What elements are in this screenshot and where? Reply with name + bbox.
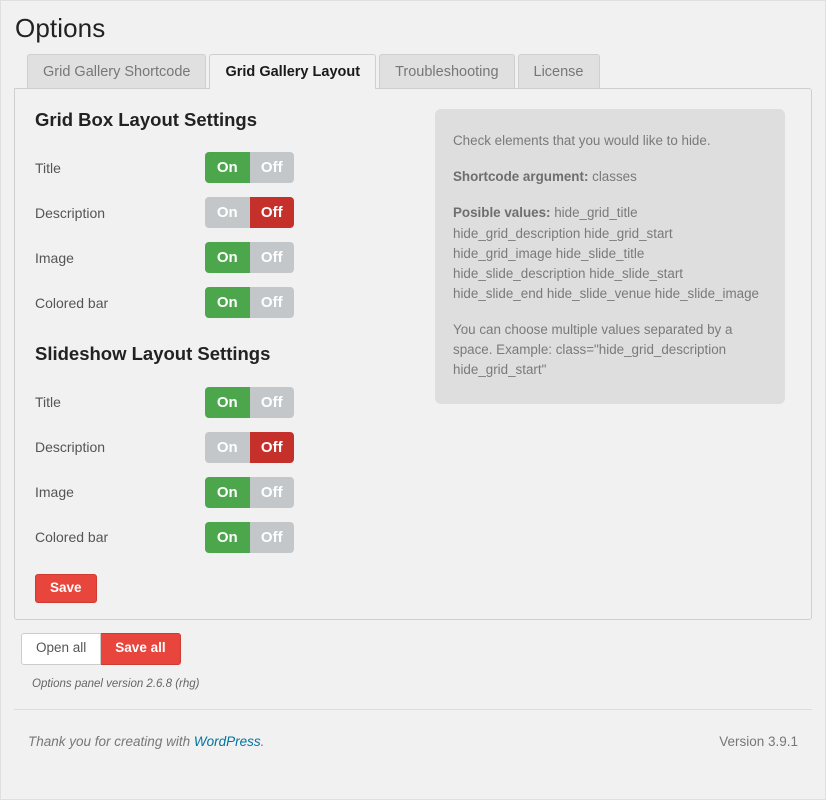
- toggle-off-half[interactable]: Off: [249, 242, 294, 274]
- toggle-grid-description[interactable]: On Off: [205, 197, 294, 229]
- toggle-slide-image[interactable]: On Off: [205, 476, 294, 508]
- setting-label: Image: [35, 484, 74, 501]
- setting-label: Description: [35, 439, 106, 456]
- footer-credit-suffix: .: [260, 734, 265, 749]
- tab-label: License: [533, 63, 584, 80]
- setting-label: Description: [35, 204, 106, 221]
- setting-row-slide-image: Image On Off: [33, 470, 413, 515]
- info-note: You can choose multiple values separated…: [453, 321, 733, 378]
- toggle-grid-image[interactable]: On Off: [205, 242, 294, 274]
- setting-row-slide-colored-bar: Colored bar On Off: [33, 515, 413, 560]
- page-title: Options: [15, 13, 106, 43]
- toggle-grid-title[interactable]: On Off: [205, 152, 294, 184]
- toggle-on-half[interactable]: On: [205, 287, 250, 319]
- tab-label: Troubleshooting: [395, 63, 499, 80]
- toggle-on-half[interactable]: On: [205, 521, 250, 553]
- setting-row-grid-image: Image On Off: [33, 235, 413, 280]
- bottom-button-group: Open all Save all: [21, 633, 825, 666]
- setting-label: Colored bar: [35, 294, 109, 311]
- toggle-off-half[interactable]: Off: [249, 197, 294, 229]
- info-possible-label: Posible values:: [453, 205, 551, 221]
- toggle-grid-colored-bar[interactable]: On Off: [205, 287, 294, 319]
- open-all-button[interactable]: Open all: [21, 633, 102, 666]
- setting-row-slide-title: Title On Off: [33, 380, 413, 425]
- toggle-on-half[interactable]: On: [205, 197, 250, 229]
- toggle-off-half[interactable]: Off: [249, 152, 294, 184]
- setting-row-slide-description: Description On Off: [33, 425, 413, 470]
- save-button[interactable]: Save: [35, 573, 97, 604]
- toggle-on-half[interactable]: On: [205, 152, 250, 184]
- settings-column: Grid Box Layout Settings Title On Off De…: [33, 109, 413, 604]
- toggle-off-half[interactable]: Off: [249, 287, 294, 319]
- info-intro: Check elements that you would like to hi…: [453, 133, 711, 149]
- info-possible-values: Posible values: hide_grid_title hide_gri…: [453, 203, 761, 304]
- footer-credit: Thank you for creating with WordPress.: [28, 734, 264, 749]
- footer-credit-prefix: Thank you for creating with: [28, 734, 194, 749]
- setting-label: Colored bar: [35, 529, 109, 546]
- setting-label: Title: [35, 159, 61, 176]
- section-heading-grid-box: Grid Box Layout Settings: [35, 109, 258, 131]
- toggle-on-half[interactable]: On: [205, 431, 250, 463]
- toggle-off-half[interactable]: Off: [249, 521, 294, 553]
- toggle-off-half[interactable]: Off: [249, 431, 294, 463]
- toggle-slide-description[interactable]: On Off: [205, 431, 294, 463]
- setting-row-grid-title: Title On Off: [33, 145, 413, 190]
- section-heading-slideshow: Slideshow Layout Settings: [35, 343, 271, 365]
- tab-license[interactable]: License: [517, 54, 600, 89]
- setting-row-grid-description: Description On Off: [33, 190, 413, 235]
- toggle-on-half[interactable]: On: [205, 386, 250, 418]
- info-column: Check elements that you would like to hi…: [413, 109, 793, 405]
- footer: Thank you for creating with WordPress. V…: [14, 709, 812, 773]
- tab-label: Grid Gallery Shortcode: [43, 63, 191, 80]
- options-panel-version: Options panel version 2.6.8 (rhg): [32, 678, 200, 691]
- toggle-slide-title[interactable]: On Off: [205, 386, 294, 418]
- info-shortcode-label: Shortcode argument:: [453, 169, 589, 185]
- tab-grid-gallery-shortcode[interactable]: Grid Gallery Shortcode: [27, 54, 207, 89]
- options-page: Options Grid Gallery Shortcode Grid Gall…: [0, 0, 826, 800]
- info-box: Check elements that you would like to hi…: [435, 109, 785, 405]
- tab-grid-gallery-layout[interactable]: Grid Gallery Layout: [209, 54, 377, 90]
- save-button-wrap: Save: [33, 560, 413, 604]
- setting-label: Title: [35, 394, 61, 411]
- toggle-off-half[interactable]: Off: [249, 476, 294, 508]
- panel-columns: Grid Box Layout Settings Title On Off De…: [33, 109, 793, 604]
- info-shortcode-value: classes: [588, 169, 637, 185]
- toggle-on-half[interactable]: On: [205, 476, 250, 508]
- save-all-button[interactable]: Save all: [101, 633, 181, 666]
- tab-troubleshooting[interactable]: Troubleshooting: [379, 54, 515, 89]
- toggle-off-half[interactable]: Off: [249, 386, 294, 418]
- toggle-slide-colored-bar[interactable]: On Off: [205, 521, 294, 553]
- toggle-on-half[interactable]: On: [205, 242, 250, 274]
- bottom-bar: Open all Save all Options panel version …: [1, 620, 825, 690]
- setting-row-grid-colored-bar: Colored bar On Off: [33, 280, 413, 325]
- tab-label: Grid Gallery Layout: [225, 64, 361, 81]
- wordpress-link[interactable]: WordPress: [194, 734, 261, 749]
- tab-bar: Grid Gallery Shortcode Grid Gallery Layo…: [1, 54, 825, 90]
- settings-panel: Grid Box Layout Settings Title On Off De…: [14, 88, 812, 621]
- footer-version: Version 3.9.1: [719, 734, 798, 749]
- setting-label: Image: [35, 249, 74, 266]
- info-shortcode-argument: Shortcode argument: classes: [453, 167, 761, 187]
